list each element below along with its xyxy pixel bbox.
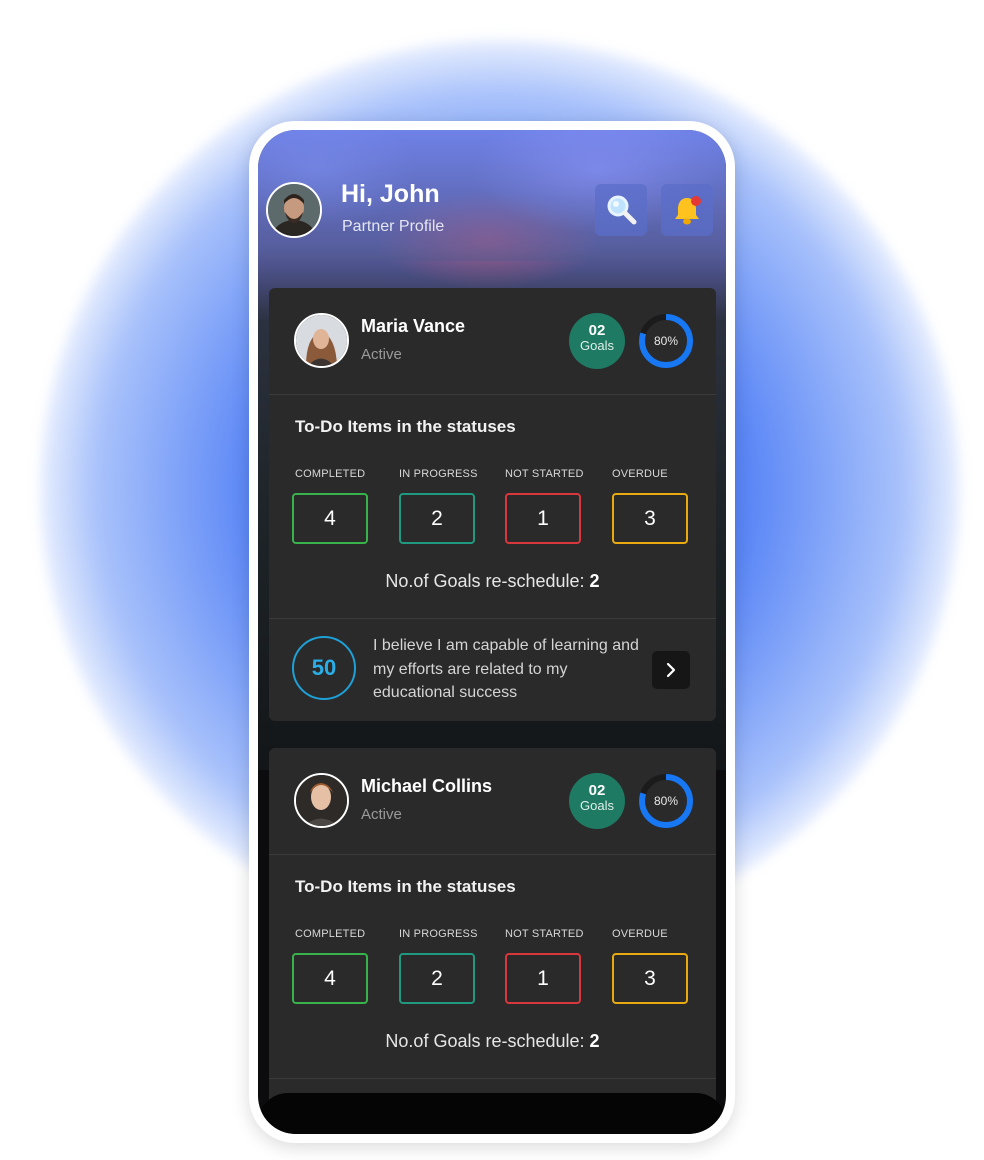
reschedule-label: No.of Goals re-schedule: [385,571,585,591]
partner-status: Active [361,346,402,363]
progress-percent: 80% [653,794,679,808]
partner-status: Active [361,806,402,823]
reschedule-count: 2 [589,571,600,591]
app-header: Hi, John Partner Profile [258,130,726,261]
score-circle: 50 [292,636,356,700]
card-divider [269,1078,716,1079]
partner-name: Michael Collins [361,776,493,796]
completed-count-box[interactable]: 4 [292,493,368,544]
status-label-completed: COMPLETED [295,468,366,480]
reschedule-summary: No.of Goals re-schedule: 2 [269,1031,716,1052]
completed-count-box[interactable]: 4 [292,953,368,1004]
search-button[interactable] [595,184,647,236]
card-divider [269,854,716,855]
statuses-title: To-Do Items in the statuses [295,877,516,896]
profile-subtitle: Partner Profile [342,218,445,235]
goals-badge[interactable]: 02 Goals [569,313,625,369]
card-divider [269,394,716,395]
partner-avatar-image [296,775,347,826]
user-avatar[interactable] [266,182,322,238]
reschedule-count: 2 [589,1031,600,1051]
goals-label: Goals [580,798,614,813]
status-label-overdue: OVERDUE [612,468,668,480]
not-started-count-box[interactable]: 1 [505,953,581,1004]
reschedule-summary: No.of Goals re-schedule: 2 [269,571,716,592]
partner-avatar[interactable] [294,313,349,368]
overdue-count-box[interactable]: 3 [612,493,688,544]
partner-name: Maria Vance [361,316,466,336]
overdue-count-box[interactable]: 3 [612,953,688,1004]
status-label-in-progress: IN PROGRESS [399,928,478,940]
bottom-navigation-bar [258,1093,726,1134]
goals-count: 02 [588,782,606,799]
partner-card: Michael Collins Active 02 Goals 80% To-D… [269,748,716,1108]
in-progress-count-box[interactable]: 2 [399,953,475,1004]
partner-card: Maria Vance Active 02 Goals 80% To-Do It… [269,288,716,721]
goals-badge[interactable]: 02 Goals [569,773,625,829]
in-progress-count-box[interactable]: 2 [399,493,475,544]
card-divider [269,618,716,619]
bell-icon [675,196,701,225]
next-button[interactable] [652,651,690,689]
status-label-not-started: NOT STARTED [505,468,584,480]
status-label-overdue: OVERDUE [612,928,668,940]
partner-avatar-image [296,315,347,366]
user-avatar-image [268,184,320,236]
belief-statement: I believe I am capable of learning and m… [373,637,639,701]
reschedule-label: No.of Goals re-schedule: [385,1031,585,1051]
not-started-count-box[interactable]: 1 [505,493,581,544]
status-label-not-started: NOT STARTED [505,928,584,940]
phone-frame: Hi, John Partner Profile Maria Vance Act… [249,121,735,1143]
status-label-completed: COMPLETED [295,928,366,940]
app-screen: Hi, John Partner Profile Maria Vance Act… [258,130,726,1134]
notification-dot-icon [691,196,701,206]
statuses-title: To-Do Items in the statuses [295,417,516,436]
notification-button[interactable] [661,184,713,236]
status-label-in-progress: IN PROGRESS [399,468,478,480]
chevron-right-icon [666,662,676,678]
greeting-title: Hi, John [341,180,440,208]
search-icon [607,195,637,225]
goals-count: 02 [588,322,606,339]
goals-label: Goals [580,338,614,353]
partner-avatar[interactable] [294,773,349,828]
progress-percent: 80% [653,334,679,348]
